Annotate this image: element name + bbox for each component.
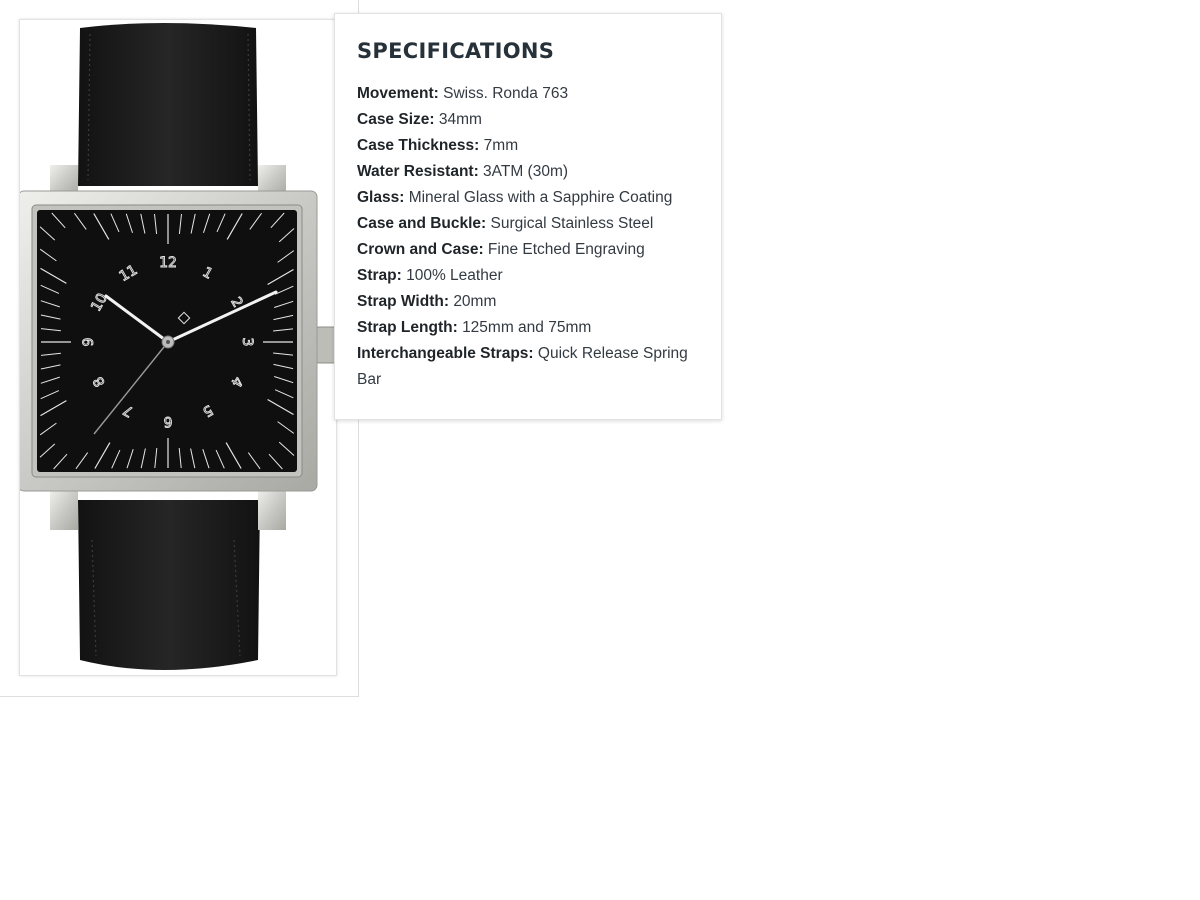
product-image-frame: 12 1 2 3 4 5 6 7 8 9 10 11	[0, 0, 359, 697]
spec-label: Interchangeable Straps:	[357, 345, 534, 362]
spec-value: Swiss. Ronda 763	[443, 85, 569, 102]
bottom-strap	[78, 500, 260, 670]
crown	[315, 326, 336, 364]
spec-label: Glass:	[357, 189, 405, 206]
spec-row-case-and-buckle: Case and Buckle: Surgical Stainless Stee…	[357, 211, 699, 237]
spec-label: Crown and Case:	[357, 241, 484, 258]
spec-value: 20mm	[453, 293, 497, 310]
spec-label: Movement:	[357, 85, 439, 102]
lug	[258, 490, 286, 530]
spec-row-strap-length: Strap Length: 125mm and 75mm	[357, 315, 699, 341]
spec-row-interchangeable-straps: Interchangeable Straps: Quick Release Sp…	[357, 341, 699, 393]
spec-label: Case Thickness:	[357, 137, 480, 154]
spec-label: Case Size:	[357, 111, 435, 128]
spec-value: Mineral Glass with a Sapphire Coating	[408, 189, 673, 206]
watch-illustration: 121234567891011	[20, 23, 336, 670]
spec-row-movement: Movement: Swiss. Ronda 763	[357, 81, 699, 107]
spec-row-strap-width: Strap Width: 20mm	[357, 289, 699, 315]
spec-row-case-size: Case Size: 34mm	[357, 107, 699, 133]
spec-row-glass: Glass: Mineral Glass with a Sapphire Coa…	[357, 185, 699, 211]
lug	[50, 490, 78, 530]
specifications-title: SPECIFICATIONS	[357, 39, 555, 63]
spec-value: 7mm	[483, 137, 519, 154]
dial-numeral: 12	[159, 255, 177, 271]
page: 12 1 2 3 4 5 6 7 8 9 10 11 SPECIFICATIONS Movement:…	[0, 0, 1200, 900]
spec-row-crown-and-case: Crown and Case: Fine Etched Engraving	[357, 237, 699, 263]
spec-row-strap: Strap: 100% Leather	[357, 263, 699, 289]
spec-label: Water Resistant:	[357, 163, 479, 180]
spec-row-case-thickness: Case Thickness: 7mm	[357, 133, 699, 159]
product-image[interactable]: 12 1 2 3 4 5 6 7 8 9 10 11	[19, 19, 337, 676]
spec-label: Strap Width:	[357, 293, 449, 310]
spec-value: 125mm and 75mm	[462, 319, 592, 336]
spec-value: Fine Etched Engraving	[487, 241, 645, 258]
dial-numeral: 6	[163, 413, 172, 429]
dial-numeral: 9	[81, 338, 97, 347]
dial-numeral: 3	[239, 338, 255, 347]
specifications-list: Movement: Swiss. Ronda 763 Case Size: 34…	[357, 81, 699, 393]
spec-value: 34mm	[438, 111, 482, 128]
spec-label: Strap Length:	[357, 319, 458, 336]
spec-row-water-resistant: Water Resistant: 3ATM (30m)	[357, 159, 699, 185]
spec-value: Surgical Stainless Steel	[490, 215, 654, 232]
spec-label: Case and Buckle:	[357, 215, 487, 232]
specifications-panel: SPECIFICATIONS Movement: Swiss. Ronda 76…	[334, 13, 722, 420]
spec-value: 3ATM (30m)	[483, 163, 569, 180]
top-strap	[78, 23, 258, 186]
spec-label: Strap:	[357, 267, 402, 284]
spec-value: 100% Leather	[406, 267, 503, 284]
